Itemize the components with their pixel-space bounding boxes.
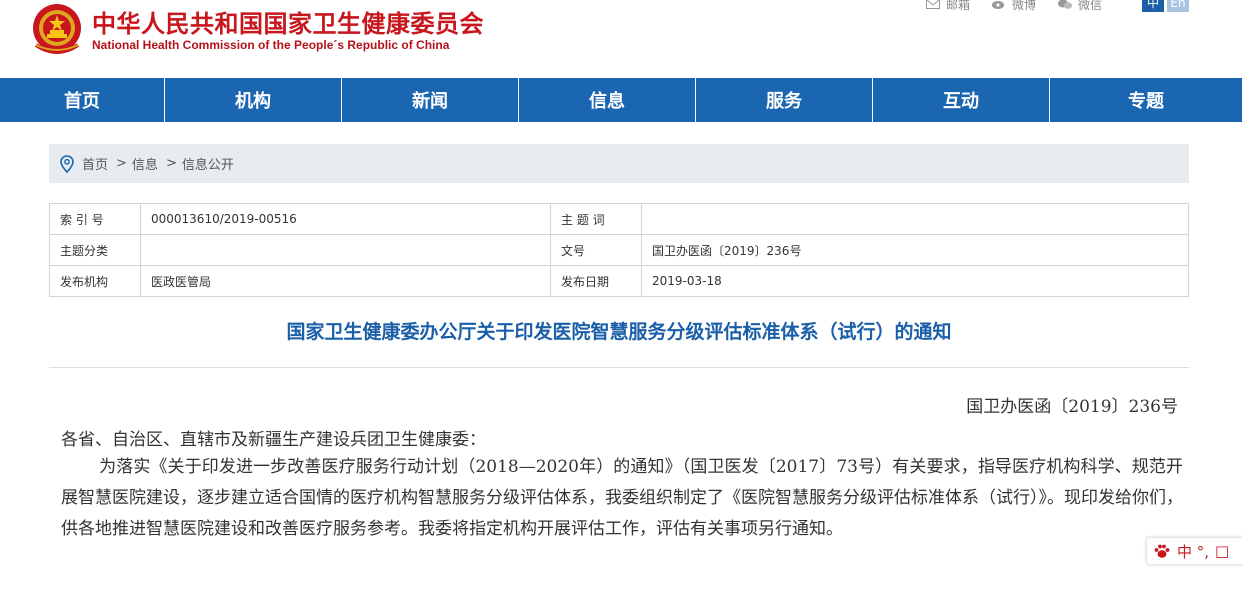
info-label: 发布机构 [49, 265, 141, 297]
paw-icon [1154, 544, 1170, 558]
mail-icon [926, 0, 940, 9]
table-row: 发布机构 医政医管局 发布日期 2019-03-18 [49, 265, 1189, 297]
divider [49, 367, 1189, 368]
nav-item-institutions[interactable]: 机构 [165, 78, 342, 122]
location-pin-icon [60, 154, 74, 173]
site-title-en[interactable]: National Health Commission of the People… [92, 38, 449, 52]
nav-item-home[interactable]: 首页 [0, 78, 165, 122]
weibo-label: 微博 [1012, 0, 1037, 12]
mail-label: 邮箱 [946, 0, 971, 12]
info-value [140, 234, 551, 266]
info-value: 国卫办医函〔2019〕236号 [641, 234, 1189, 266]
top-links: 邮箱 微博 微信 [926, 0, 1124, 14]
nav-item-news[interactable]: 新闻 [342, 78, 519, 122]
info-label: 主题分类 [49, 234, 141, 266]
mail-link[interactable]: 邮箱 [926, 0, 970, 13]
main-nav: 首页 机构 新闻 信息 服务 互动 专题 [0, 78, 1242, 122]
info-value: 000013610/2019-00516 [140, 203, 551, 235]
weibo-icon [992, 1, 1005, 9]
document-addressee: 各省、自治区、直辖市及新疆生产建设兵团卫生健康委： [61, 430, 486, 450]
wechat-icon [1058, 0, 1073, 9]
document-title: 国家卫生健康委办公厅关于印发医院智慧服务分级评估标准体系（试行）的通知 [286, 321, 952, 343]
nav-item-information[interactable]: 信息 [519, 78, 696, 122]
ime-toolbar[interactable]: 中 °, □ [1146, 537, 1242, 565]
nav-item-interaction[interactable]: 互动 [873, 78, 1050, 122]
table-row: 主题分类 文号 国卫办医函〔2019〕236号 [49, 234, 1189, 266]
lang-en-button[interactable]: En [1167, 0, 1189, 12]
breadcrumb-separator: > [165, 156, 177, 171]
breadcrumb-info-public[interactable]: 信息公开 [182, 154, 234, 173]
site-title-cn[interactable]: 中华人民共和国国家卫生健康委员会 [92, 4, 484, 39]
breadcrumb: 首页 > 信息 > 信息公开 [49, 144, 1189, 183]
weibo-link[interactable]: 微博 [992, 0, 1036, 13]
info-label: 主 题 词 [550, 203, 642, 235]
ime-fullwidth-toggle[interactable]: □ [1215, 542, 1229, 560]
table-row: 索 引 号 000013610/2019-00516 主 题 词 [49, 203, 1189, 235]
wechat-link[interactable]: 微信 [1058, 0, 1102, 13]
document-paragraph: 为落实《关于印发进一步改善医疗服务行动计划（2018—2020年）的通知》（国卫… [61, 452, 1183, 545]
nav-item-services[interactable]: 服务 [696, 78, 873, 122]
lang-zh-button[interactable]: 中 [1142, 0, 1164, 12]
nav-item-topics[interactable]: 专题 [1050, 78, 1242, 122]
info-label: 发布日期 [550, 265, 642, 297]
info-value: 医政医管局 [140, 265, 551, 297]
ime-mode-label[interactable]: 中 °, [1177, 541, 1209, 562]
document-info-table: 索 引 号 000013610/2019-00516 主 题 词 主题分类 文号… [49, 203, 1189, 297]
info-value [641, 203, 1189, 235]
wechat-label: 微信 [1078, 0, 1103, 12]
breadcrumb-info[interactable]: 信息 [132, 154, 158, 173]
paragraph-text: 为落实《关于印发进一步改善医疗服务行动计划（2018—2020年）的通知》（国卫… [61, 457, 1183, 539]
info-label: 文号 [550, 234, 642, 266]
breadcrumb-separator: > [116, 156, 127, 171]
document-number: 国卫办医函〔2019〕236号 [966, 397, 1178, 417]
national-emblem-icon[interactable] [28, 1, 86, 57]
info-value: 2019-03-18 [641, 265, 1189, 297]
info-label: 索 引 号 [49, 203, 141, 235]
site-header: 中华人民共和国国家卫生健康委员会 National Health Commiss… [0, 0, 1242, 78]
breadcrumb-home[interactable]: 首页 [82, 154, 108, 173]
